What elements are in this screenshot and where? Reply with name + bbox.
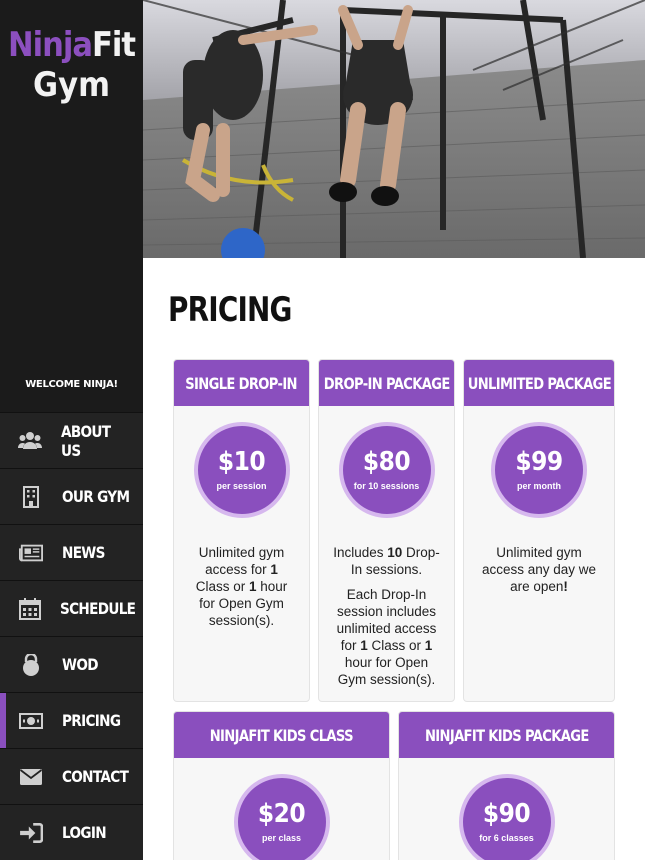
- sidebar-item-label: SCHEDULE: [60, 599, 136, 618]
- envelope-icon: [18, 766, 44, 788]
- money-icon: [18, 710, 44, 732]
- price-badge: $80 for 10 sessions: [338, 422, 435, 518]
- newspaper-icon: [18, 542, 44, 564]
- page-title: PRICING: [168, 290, 292, 330]
- card-description: Unlimited gym access any day we are open…: [464, 544, 614, 595]
- card-title: NINJAFIT KIDS CLASS: [209, 725, 354, 745]
- price-badge: $20 per class: [233, 774, 330, 860]
- logo-gym: Gym: [33, 65, 110, 105]
- price-badge: $99 per month: [491, 422, 587, 518]
- price-badge: $10 per session: [193, 422, 290, 518]
- card-title: NINJAFIT KIDS PACKAGE: [424, 725, 589, 745]
- card-description: Unlimited gym access for 1 Class or 1 ho…: [174, 544, 309, 629]
- card-title: DROP-IN PACKAGE: [323, 373, 450, 393]
- description-paragraph: Unlimited gym access any day we are open…: [481, 545, 597, 594]
- price-amount: $99: [515, 447, 563, 477]
- sidebar-item-wod[interactable]: WOD: [0, 636, 143, 692]
- sidebar-item-login[interactable]: LOGIN: [0, 804, 143, 860]
- sidebar: NinjaFit Gym WELCOME NINJA! ABOUT US OUR…: [0, 0, 143, 860]
- welcome-text: WELCOME NINJA!: [25, 379, 118, 390]
- kettlebell-icon: [18, 653, 44, 676]
- sidebar-item-our-gym[interactable]: OUR GYM: [0, 468, 143, 524]
- sidebar-item-label: OUR GYM: [62, 487, 130, 506]
- description-paragraph: Unlimited gym access for 1 Class or 1 ho…: [195, 545, 288, 628]
- price-amount: $20: [257, 799, 306, 829]
- pricing-card-drop-in-package: DROP-IN PACKAGE $80 for 10 sessions Incl…: [318, 359, 455, 702]
- description-paragraph: Each Drop-In session includes unlimited …: [336, 587, 437, 687]
- sidebar-item-label: PRICING: [62, 711, 121, 730]
- sidebar-item-about-us[interactable]: ABOUT US: [0, 412, 143, 468]
- pricing-card-kids-class: NINJAFIT KIDS CLASS $20 per class: [173, 711, 390, 860]
- building-icon: [18, 485, 44, 508]
- price-amount: $10: [217, 447, 266, 477]
- price-unit: for 6 classes: [479, 833, 534, 843]
- sidebar-item-label: CONTACT: [62, 767, 129, 786]
- hero-photo: [143, 0, 645, 258]
- price-unit: per month: [517, 481, 561, 491]
- price-amount: $80: [362, 447, 411, 477]
- logo[interactable]: NinjaFit Gym: [0, 28, 143, 102]
- sidebar-item-label: NEWS: [62, 543, 105, 562]
- logo-ninja: Ninja: [8, 25, 93, 65]
- card-description: Includes 10 Drop-In sessions. Each Drop-I…: [319, 544, 454, 688]
- description-paragraph: Includes 10 Drop-In sessions.: [333, 545, 440, 577]
- price-unit: per class: [261, 833, 302, 843]
- calendar-icon: [18, 597, 42, 620]
- pricing-card-unlimited-package: UNLIMITED PACKAGE $99 per month Unlimite…: [463, 359, 615, 702]
- price-unit: for 10 sessions: [353, 481, 420, 491]
- sidebar-item-news[interactable]: NEWS: [0, 524, 143, 580]
- sidebar-item-label: WOD: [62, 655, 99, 674]
- sidebar-nav: ABOUT US OUR GYM NEWS SCHEDULE WOD PRICI…: [0, 412, 143, 860]
- price-amount: $90: [482, 799, 531, 829]
- price-badge: $90 for 6 classes: [458, 774, 555, 860]
- price-unit: per session: [216, 481, 267, 491]
- card-title: SINGLE DROP-IN: [185, 373, 298, 393]
- sidebar-item-label: LOGIN: [62, 823, 107, 842]
- pricing-card-kids-package: NINJAFIT KIDS PACKAGE $90 for 6 classes: [398, 711, 615, 860]
- sidebar-item-schedule[interactable]: SCHEDULE: [0, 580, 143, 636]
- sidebar-item-pricing[interactable]: PRICING: [0, 692, 143, 748]
- sidebar-item-label: ABOUT US: [60, 421, 111, 460]
- card-title: UNLIMITED PACKAGE: [467, 373, 611, 393]
- logo-fit: Fit: [91, 25, 136, 65]
- pricing-card-single-drop-in: SINGLE DROP-IN $10 per session Unlimited…: [173, 359, 310, 702]
- users-icon: [18, 430, 43, 452]
- sidebar-item-contact[interactable]: CONTACT: [0, 748, 143, 804]
- sign-in-icon: [18, 822, 44, 844]
